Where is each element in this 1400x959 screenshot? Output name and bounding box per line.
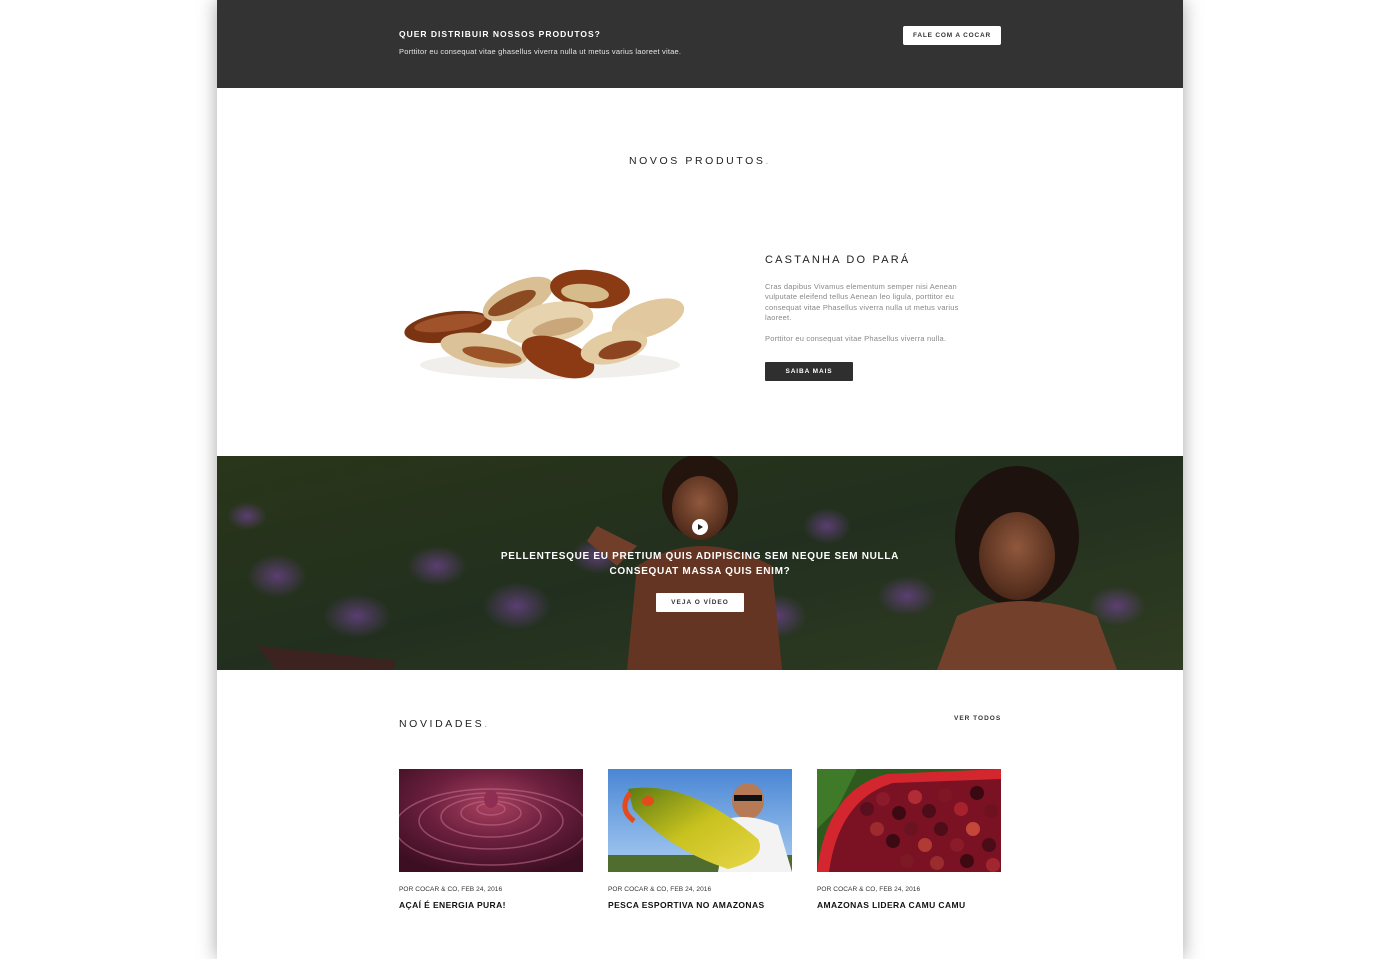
section-title-dot: .	[765, 155, 772, 167]
news-card: POR COCAR & CO, FEB 24, 2016 PESCA ESPOR…	[608, 769, 792, 910]
banner-headline: PELLENTESQUE EU PRETIUM QUIS ADIPISCING …	[450, 550, 950, 579]
page: QUER DISTRIBUIR NOSSOS PRODUTOS? Porttit…	[217, 0, 1183, 959]
distributor-title: QUER DISTRIBUIR NOSSOS PRODUTOS?	[399, 29, 601, 39]
contact-cocar-button[interactable]: FALE COM A COCAR	[903, 26, 1001, 45]
section-title-news: NOVIDADES.	[399, 718, 490, 730]
product-description: Cras dapibus Vivamus elementum semper ni…	[765, 282, 959, 322]
section-title-text: NOVOS PRODUTOS	[628, 155, 766, 167]
watch-video-button[interactable]: VEJA O VÍDEO	[656, 593, 744, 612]
news-title[interactable]: AMAZONAS LIDERA CAMU CAMU	[817, 900, 1001, 910]
news-card: POR COCAR & CO, FEB 24, 2016 AMAZONAS LI…	[817, 769, 1001, 910]
banner-headline-line1: PELLENTESQUE EU PRETIUM QUIS ADIPISCING …	[500, 551, 900, 562]
news-title[interactable]: AÇAÍ É ENERGIA PURA!	[399, 900, 583, 910]
banner-headline-line2: CONSEQUAT MASSA QUIS ENIM?	[609, 565, 791, 577]
acai-photo[interactable]	[399, 769, 583, 872]
news-title-text: NOVIDADES	[399, 718, 485, 730]
see-all-link[interactable]: VER TODOS	[954, 715, 1001, 722]
learn-more-button[interactable]: SAIBA MAIS	[765, 362, 853, 381]
brazil-nuts-photo	[400, 257, 692, 391]
product-description-secondary: Porttitor eu consequat vitae Phasellus v…	[765, 334, 947, 343]
news-title-dot: .	[484, 718, 490, 730]
play-video-button[interactable]	[692, 519, 708, 535]
news-meta: POR COCAR & CO, FEB 24, 2016	[817, 886, 921, 893]
fishing-photo[interactable]	[608, 769, 792, 872]
distributor-subtitle: Porttitor eu consequat vitae ghasellus v…	[399, 47, 682, 56]
news-card: POR COCAR & CO, FEB 24, 2016 AÇAÍ É ENER…	[399, 769, 583, 910]
play-icon	[698, 524, 703, 530]
news-title[interactable]: PESCA ESPORTIVA NO AMAZONAS	[608, 900, 792, 910]
section-title-new-products: NOVOS PRODUTOS.	[217, 155, 1183, 167]
news-meta: POR COCAR & CO, FEB 24, 2016	[399, 886, 503, 893]
news-meta: POR COCAR & CO, FEB 24, 2016	[608, 886, 712, 893]
distributor-bar: QUER DISTRIBUIR NOSSOS PRODUTOS? Porttit…	[217, 0, 1183, 88]
camu-camu-photo[interactable]	[817, 769, 1001, 872]
product-name: CASTANHA DO PARÁ	[765, 254, 911, 266]
